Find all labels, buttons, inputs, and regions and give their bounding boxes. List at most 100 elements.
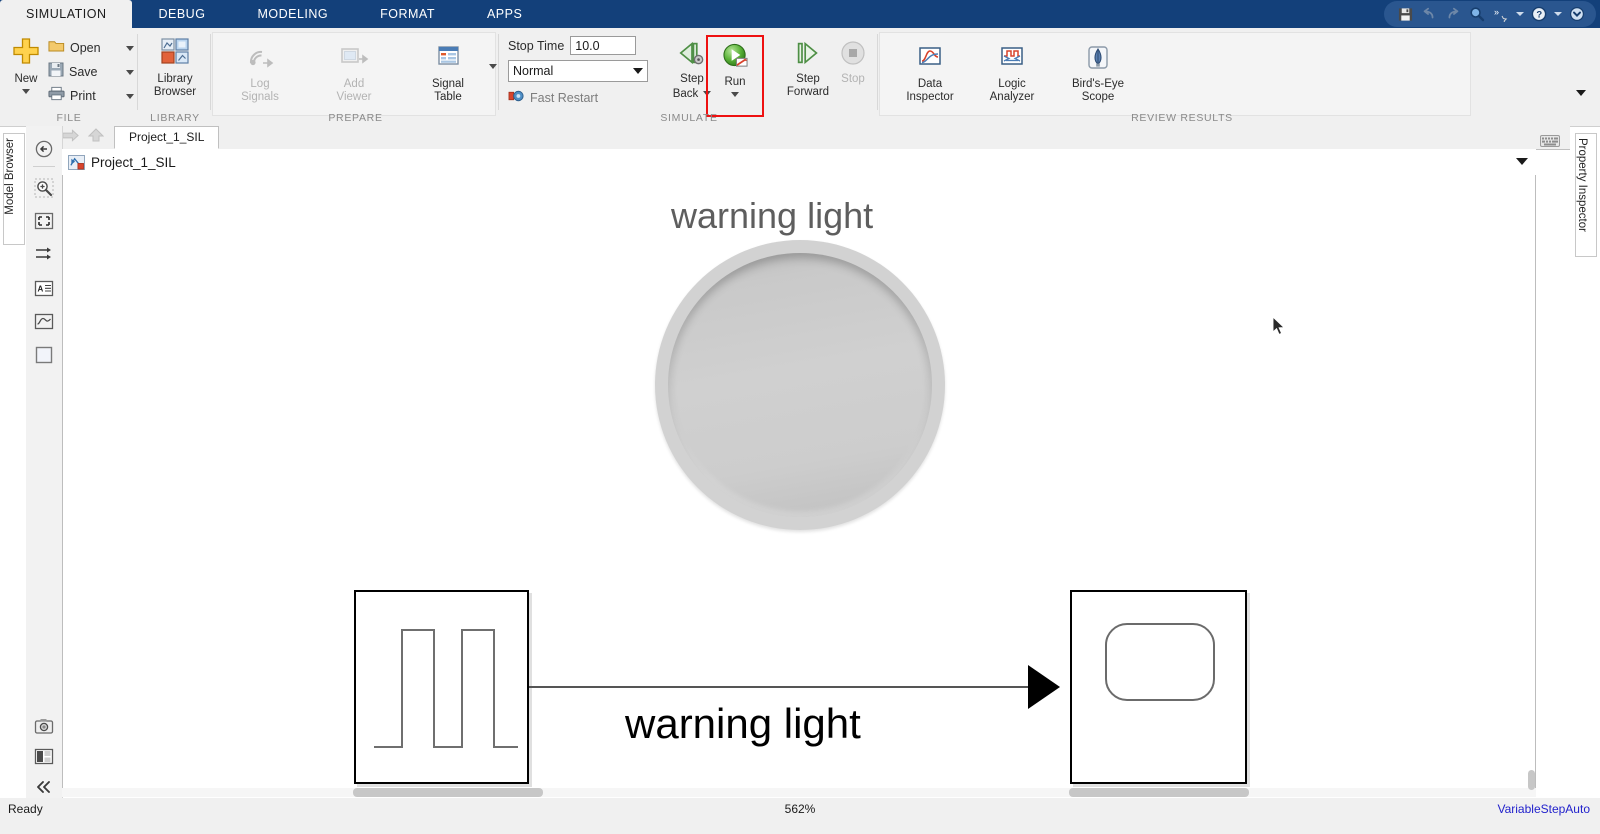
fast-restart-label: Fast Restart xyxy=(530,91,599,105)
tab-modeling[interactable]: MODELING xyxy=(231,0,354,28)
tab-format[interactable]: FORMAT xyxy=(354,0,461,28)
simulation-mode-select[interactable]: Normal xyxy=(508,60,648,82)
tab-debug[interactable]: DEBUG xyxy=(132,0,231,28)
chevron-down-icon xyxy=(633,68,643,74)
breadcrumb-label[interactable]: Project_1_SIL xyxy=(91,155,176,170)
logic-analyzer-icon xyxy=(998,45,1026,76)
add-viewer-button[interactable]: Add Viewer xyxy=(318,41,390,104)
canvas-toolbar-rail: A xyxy=(26,126,63,798)
run-button[interactable]: Run xyxy=(699,39,771,97)
lamp-face xyxy=(668,253,932,517)
help-icon[interactable]: ? xyxy=(1528,3,1550,25)
document-tab-bar: Project_1_SIL xyxy=(30,126,1570,150)
birds-eye-scope-button[interactable]: Bird's-Eye Scope xyxy=(1058,41,1138,104)
ribbon-group-library: Library Browser LIBRARY xyxy=(139,28,211,126)
model-file-icon xyxy=(68,154,85,170)
folder-icon xyxy=(48,38,65,58)
property-inspector-label: Property Inspector xyxy=(1576,138,1588,232)
ribbon-group-file: New Open Save Print FILE xyxy=(0,28,138,126)
scope-preview-icon[interactable] xyxy=(26,307,62,336)
layout-panels-icon[interactable] xyxy=(26,742,62,771)
chevron-circle-icon[interactable] xyxy=(1566,3,1588,25)
stop-time-input[interactable]: 10.0 xyxy=(570,36,637,55)
run-caret-icon[interactable] xyxy=(731,92,739,97)
log-signals-button[interactable]: Log Signals xyxy=(224,41,296,104)
signal-label: warning light xyxy=(625,700,861,747)
add-viewer-line2: Viewer xyxy=(336,91,372,103)
search-icon[interactable] xyxy=(1466,3,1488,25)
group-label-prepare: PREPARE xyxy=(328,112,383,124)
property-inspector-tab[interactable]: Property Inspector xyxy=(1575,133,1597,257)
new-caret-icon[interactable] xyxy=(22,89,30,94)
tab-simulation[interactable]: SIMULATION xyxy=(0,0,133,28)
signal-table-line2: Table xyxy=(434,91,462,103)
status-zoom-level[interactable]: 562% xyxy=(0,802,1600,816)
redo-icon[interactable] xyxy=(1442,3,1464,25)
fit-to-view-icon[interactable] xyxy=(26,206,62,235)
step-forward-icon xyxy=(793,40,823,71)
collapse-rail-icon[interactable] xyxy=(26,772,62,801)
back-to-parent-icon[interactable] xyxy=(26,134,62,163)
keyboard-icon[interactable] xyxy=(1540,134,1560,147)
library-browser-button[interactable]: Library Browser xyxy=(139,34,211,99)
signal-routing-icon[interactable] xyxy=(26,239,62,268)
step-forward-line1: Step xyxy=(796,73,820,85)
ribbon-tab-list: SIMULATION DEBUG MODELING FORMAT APPS xyxy=(0,0,548,28)
print-button[interactable]: Print xyxy=(48,84,134,108)
print-label: Print xyxy=(70,89,96,103)
run-label: Run xyxy=(724,76,746,88)
prepare-more-caret-icon[interactable] xyxy=(489,64,497,69)
hscrollbar-thumb-left[interactable] xyxy=(353,788,543,797)
camera-snapshot-icon[interactable] xyxy=(26,712,62,741)
fast-restart-button[interactable]: Fast Restart xyxy=(508,86,654,110)
save-icon[interactable] xyxy=(1394,3,1416,25)
data-inspector-button[interactable]: Data Inspector xyxy=(894,41,966,104)
new-button[interactable]: New xyxy=(4,32,48,94)
block-shape-icon[interactable] xyxy=(26,340,62,369)
logic-analyzer-button[interactable]: Logic Analyzer xyxy=(976,41,1048,104)
plus-icon xyxy=(11,36,41,71)
save-button[interactable]: Save xyxy=(48,60,134,84)
canvas-vscrollbar-thumb[interactable] xyxy=(1528,770,1535,790)
group-label-simulate: SIMULATE xyxy=(660,112,718,124)
logic-analyzer-line1: Logic xyxy=(998,78,1026,90)
print-caret-icon[interactable] xyxy=(126,93,134,99)
data-inspector-line2: Inspector xyxy=(906,91,954,103)
help-caret-icon[interactable] xyxy=(1552,3,1564,25)
save-caret-icon[interactable] xyxy=(126,69,134,75)
open-caret-icon[interactable] xyxy=(126,45,134,51)
tab-apps[interactable]: APPS xyxy=(461,0,548,28)
ribbon-group-simulate: Stop Time 10.0 Normal Fast Restart Step … xyxy=(500,28,878,126)
log-signals-icon xyxy=(245,45,275,76)
warning-light-lamp[interactable] xyxy=(655,240,945,530)
signal-table-button[interactable]: Signal Table xyxy=(412,41,484,104)
hscrollbar-thumb-right[interactable] xyxy=(1069,788,1249,797)
model-canvas[interactable]: warning light warning light xyxy=(62,175,1536,796)
save-label: Save xyxy=(69,65,98,79)
undo-icon[interactable] xyxy=(1418,3,1440,25)
lamp-display-block[interactable] xyxy=(1070,590,1247,784)
document-tab[interactable]: Project_1_SIL xyxy=(114,126,220,149)
forward-arrow-icon[interactable] xyxy=(61,128,80,148)
favorites-icon[interactable]: » xyxy=(1490,3,1512,25)
canvas-hscrollbar[interactable] xyxy=(62,788,1536,797)
printer-icon xyxy=(48,86,65,106)
quick-access-toolbar: » ? xyxy=(1384,1,1596,27)
up-arrow-icon[interactable] xyxy=(87,127,105,148)
ribbon-tabstrip: SIMULATION DEBUG MODELING FORMAT APPS » xyxy=(0,0,1600,28)
status-solver[interactable]: VariableStepAuto xyxy=(1497,802,1590,816)
zoom-in-region-icon[interactable] xyxy=(26,173,62,202)
favorites-caret-icon[interactable] xyxy=(1514,3,1526,25)
stop-button[interactable]: Stop xyxy=(830,36,876,86)
model-browser-tab[interactable]: Model Browser xyxy=(3,133,25,245)
signal-table-line1: Signal xyxy=(432,78,464,90)
breadcrumb-caret-icon[interactable] xyxy=(1516,158,1528,165)
pulse-generator-block[interactable] xyxy=(354,590,529,784)
log-signals-line1: Log xyxy=(250,78,270,90)
ribbon-expand-caret-icon[interactable] xyxy=(1574,86,1588,100)
open-button[interactable]: Open xyxy=(48,36,134,60)
annotation-icon[interactable]: A xyxy=(26,274,62,303)
signal-line[interactable] xyxy=(529,686,1029,688)
run-button-highlight: Run xyxy=(706,33,764,117)
stop-icon xyxy=(840,40,866,71)
